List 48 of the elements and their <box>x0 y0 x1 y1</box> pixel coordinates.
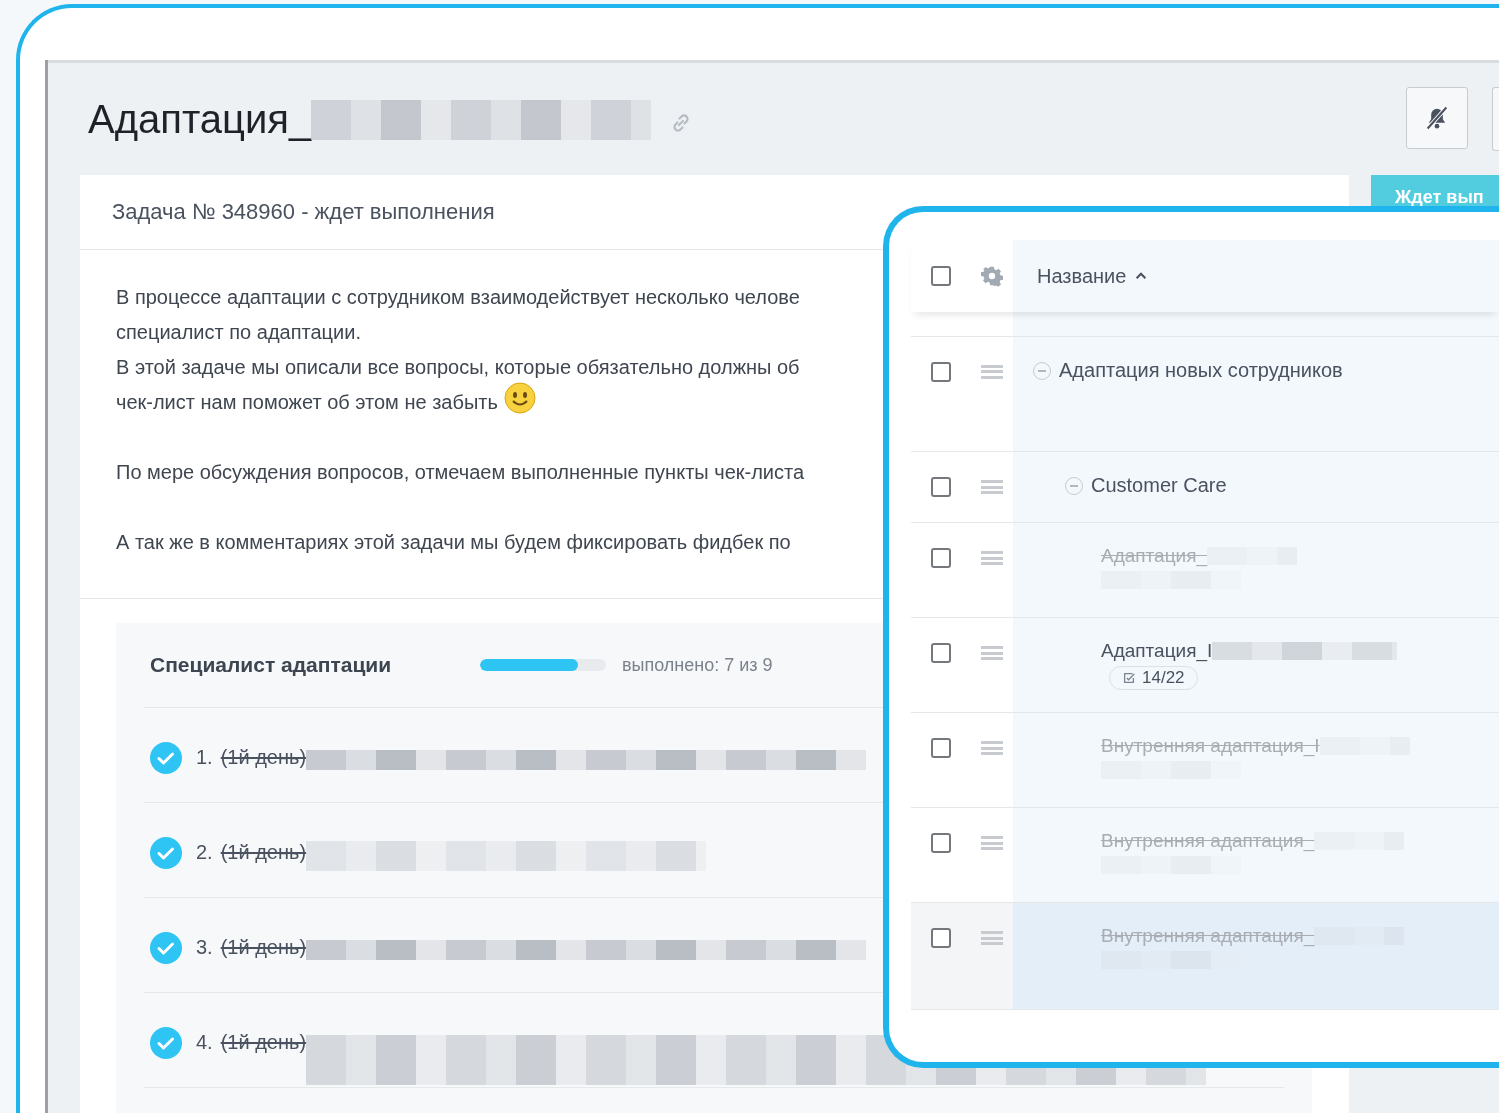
progress-text: выполнено: 7 из 9 <box>622 654 773 676</box>
settings-icon[interactable] <box>981 265 1003 287</box>
item-number: 1. <box>196 746 213 769</box>
drag-handle-icon[interactable] <box>981 741 1003 755</box>
item-number: 3. <box>196 936 213 959</box>
smiley-icon <box>503 381 536 414</box>
checklist-item-text: (1й день) <box>220 1031 307 1054</box>
check-circle-icon[interactable] <box>150 1027 182 1059</box>
drag-handle-icon[interactable] <box>981 931 1003 945</box>
drag-handle-icon[interactable] <box>981 551 1003 565</box>
task-name[interactable]: Внутренняя адаптация_ <box>1101 925 1315 947</box>
task-name[interactable]: Внутренняя адаптация_I <box>1101 735 1320 757</box>
checklist-item-text: (1й день) <box>220 936 307 959</box>
row-checkbox[interactable] <box>931 362 951 382</box>
row-checkbox[interactable] <box>931 928 951 948</box>
toolbar-button[interactable] <box>1492 87 1499 151</box>
notifications-off-button[interactable] <box>1406 87 1468 149</box>
drag-handle-icon[interactable] <box>981 646 1003 660</box>
select-all-checkbox[interactable] <box>931 266 951 286</box>
check-circle-icon[interactable] <box>150 742 182 774</box>
paragraph-line: В процессе адаптации с сотрудником взаимодействует несколько челове <box>116 286 800 309</box>
group-name[interactable]: Customer Care <box>1091 474 1227 497</box>
paragraph-line: В этой задаче мы описали все вопросы, которые обязательно должны об <box>116 356 800 379</box>
group-name[interactable]: Адаптация новых сотрудников <box>1059 359 1343 382</box>
row-checkbox[interactable] <box>931 477 951 497</box>
check-circle-icon[interactable] <box>150 932 182 964</box>
checklist-item-text: (1й день) <box>220 841 307 864</box>
checklist-title: Специалист адаптации <box>150 653 393 677</box>
row-checkbox[interactable] <box>931 548 951 568</box>
task-name[interactable]: Адаптация_ <box>1101 545 1208 567</box>
paragraph-line: специалист по адаптации. <box>116 321 361 344</box>
row-checkbox[interactable] <box>931 738 951 758</box>
paragraph-line: По мере обсуждения вопросов, отмечаем выполненные пункты чек-листа <box>116 461 805 484</box>
drag-handle-icon[interactable] <box>981 836 1003 850</box>
column-header[interactable]: Название <box>1013 264 1149 288</box>
checklist-item-text: (1й день) <box>220 746 307 769</box>
item-number: 2. <box>196 841 213 864</box>
task-name[interactable]: Адаптация_I <box>1101 640 1213 662</box>
paragraph-line: А так же в комментариях этой задачи мы будем фиксировать фидбек по <box>116 531 791 554</box>
page-title: Адаптация_ <box>88 96 312 142</box>
task-name[interactable]: Внутренняя адаптация_ <box>1101 830 1315 852</box>
row-checkbox[interactable] <box>931 833 951 853</box>
row-checkbox[interactable] <box>931 643 951 663</box>
drag-handle-icon[interactable] <box>981 365 1003 379</box>
item-number: 4. <box>196 1031 213 1054</box>
paragraph-line: чек-лист нам поможет об этом не забыть <box>116 391 498 414</box>
check-circle-icon[interactable] <box>150 837 182 869</box>
drag-handle-icon[interactable] <box>981 480 1003 494</box>
